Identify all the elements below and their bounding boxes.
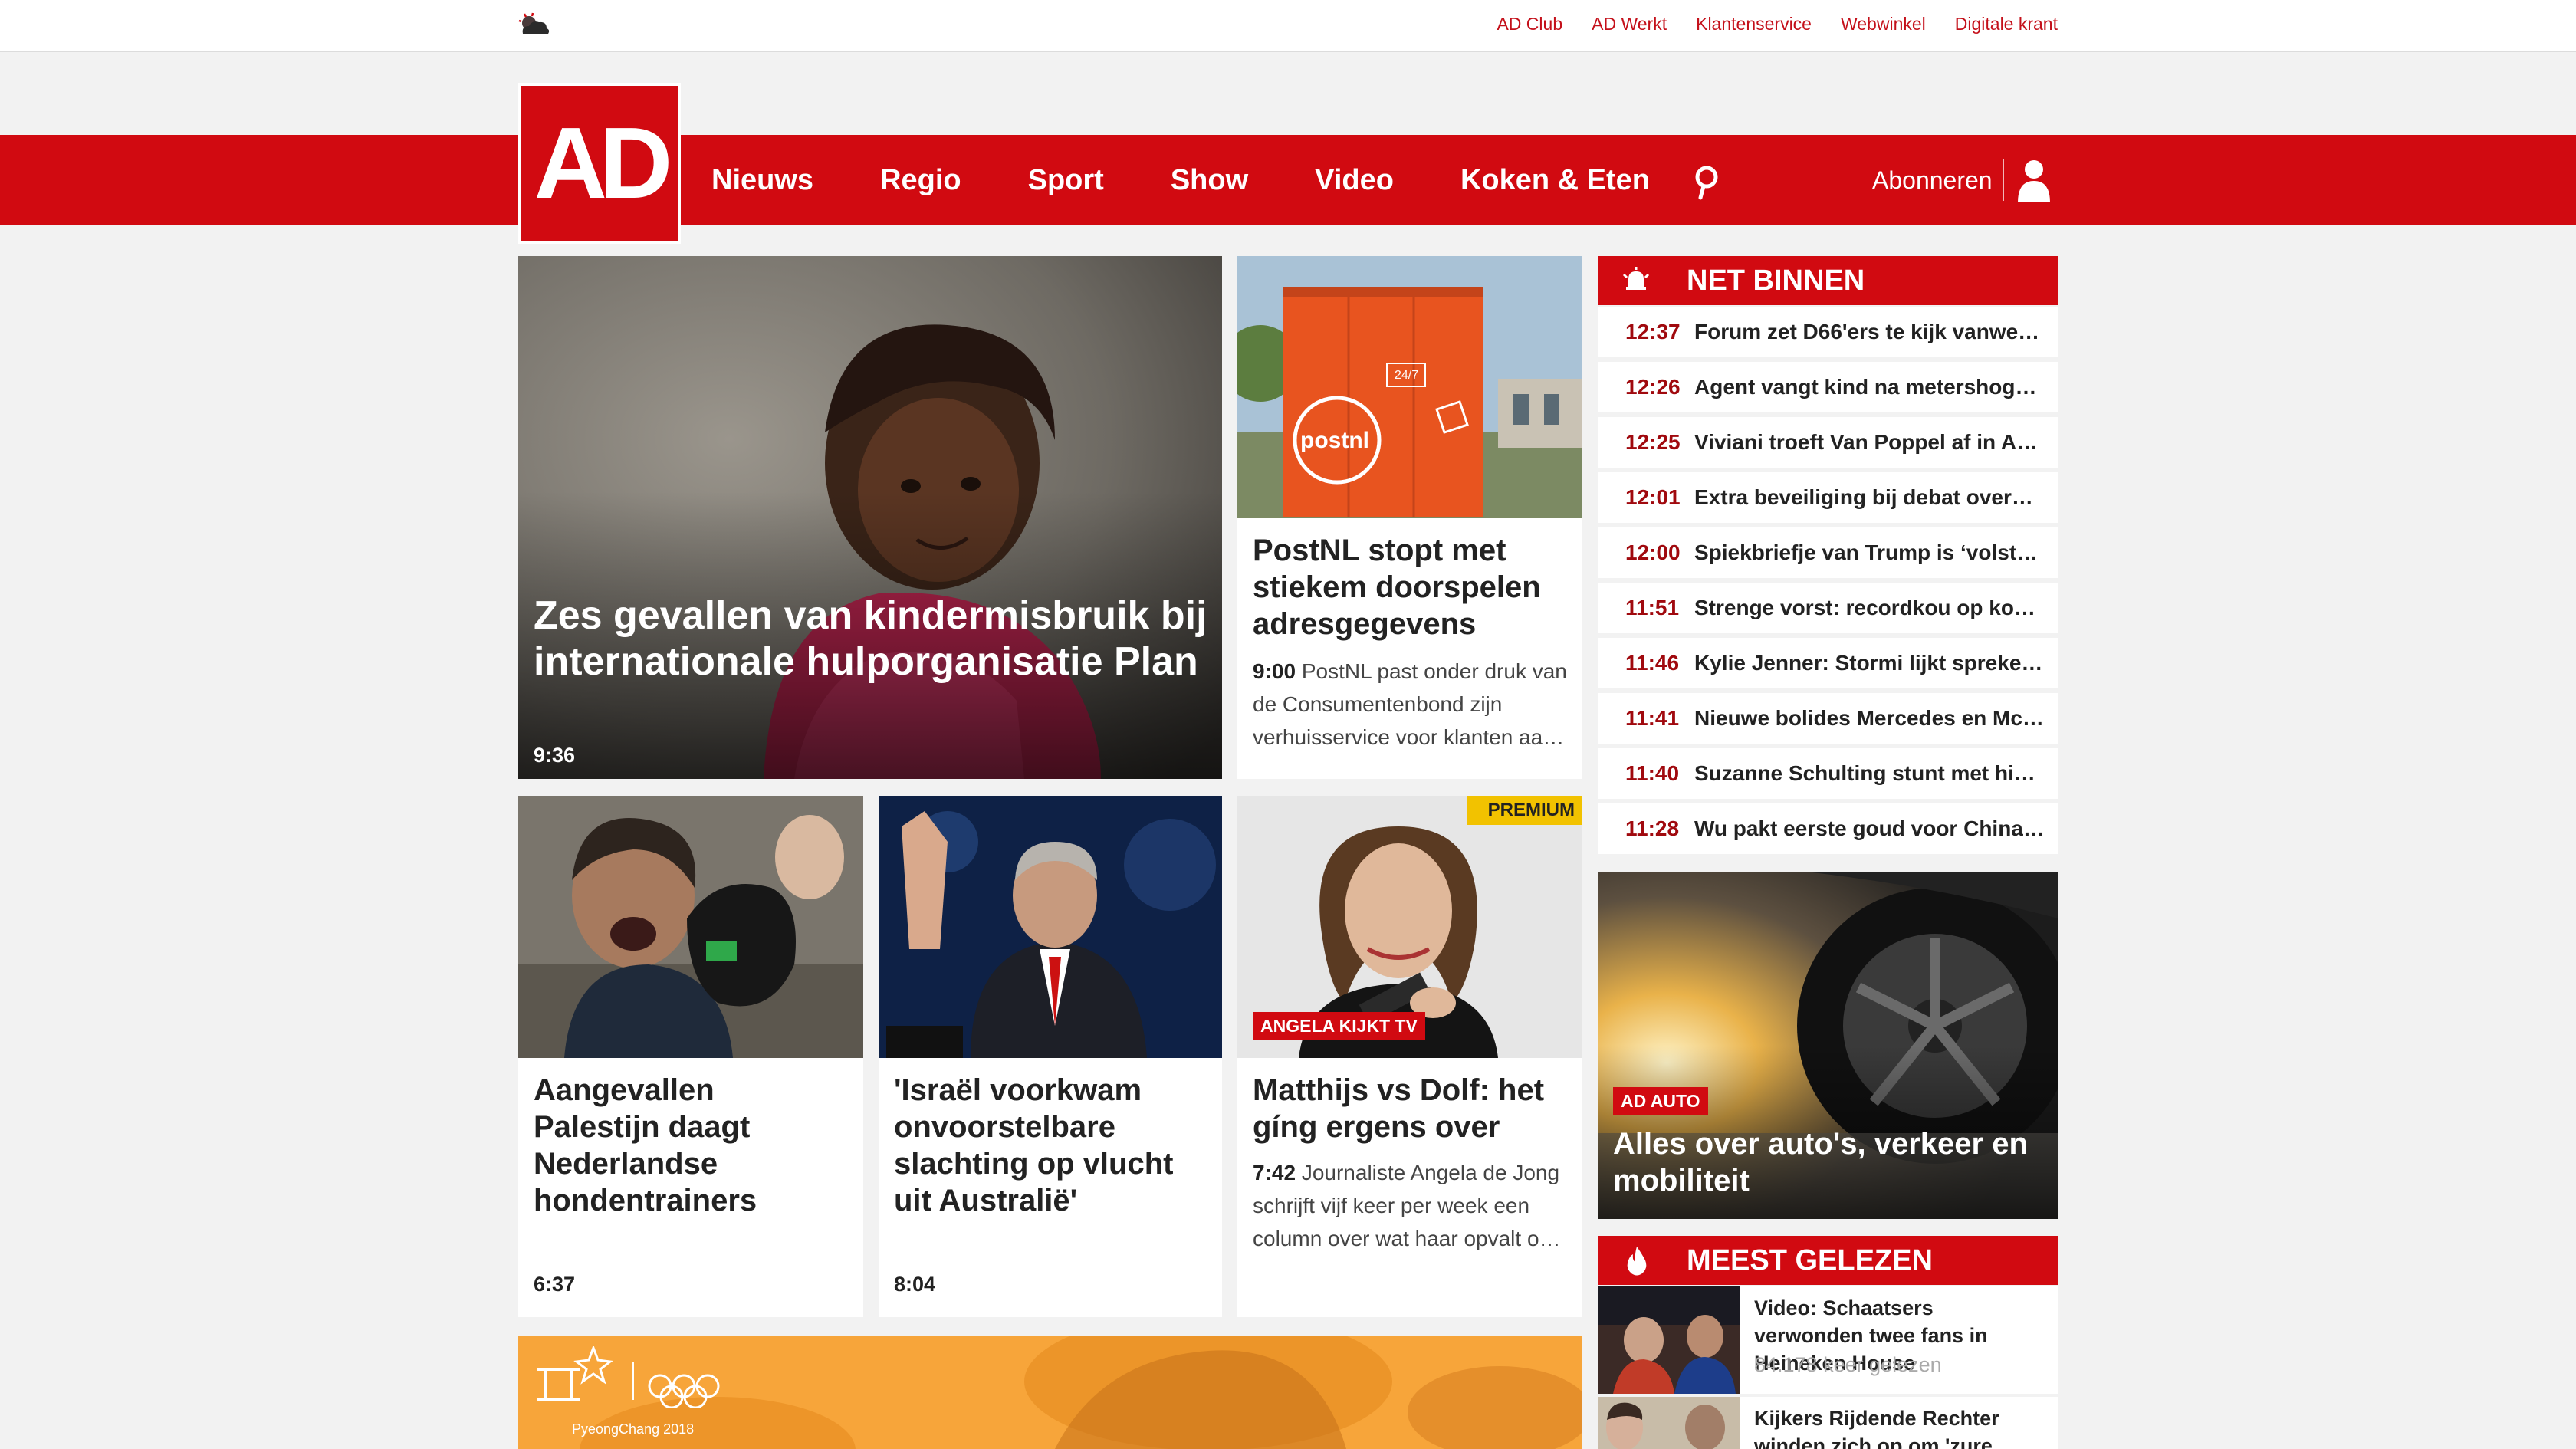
net-binnen-item[interactable]: 12:25 Viviani troeft Van Poppel af in Abu… — [1598, 417, 2058, 468]
net-binnen-item[interactable]: 12:26 Agent vangt kind na metershoge val — [1598, 362, 2058, 412]
meest-gelezen-title: MEEST GELEZEN — [1687, 1244, 1933, 1276]
net-binnen-item[interactable]: 12:37 Forum zet D66'ers te kijk vanwege… — [1598, 307, 2058, 357]
net-binnen-time: 11:40 — [1625, 761, 1680, 785]
logo-text: AD — [534, 107, 673, 219]
utility-nav: AD Club AD Werkt Klantenservice Webwinke… — [1497, 11, 2058, 37]
angela-kijkt-tv-label[interactable]: ANGELA KIJKT TV — [1253, 1012, 1425, 1040]
meest-gelezen-header: MEEST GELEZEN — [1598, 1236, 2058, 1285]
net-binnen-headline: Extra beveiliging bij debat over… — [1694, 485, 2033, 509]
nav-item-sport[interactable]: Sport — [1028, 164, 1104, 197]
net-binnen-time: 11:51 — [1625, 596, 1680, 619]
hero-timestamp: 9:36 — [534, 744, 576, 767]
abonneren-link[interactable]: Abonneren — [1872, 135, 1993, 225]
net-binnen-item[interactable]: 11:28 Wu pakt eerste goud voor China… — [1598, 803, 2058, 854]
angela-teaser-text: Journaliste Angela de Jong schrijft vijf… — [1253, 1161, 1561, 1250]
premium-badge: PREMIUM — [1466, 796, 1582, 825]
net-binnen-headline: Strenge vorst: recordkou op komst — [1694, 596, 2045, 619]
net-binnen-title: NET BINNEN — [1687, 264, 1865, 297]
net-binnen-item[interactable]: 11:40 Suzanne Schulting stunt met hier… — [1598, 748, 2058, 799]
meest-gelezen-thumb — [1598, 1286, 1740, 1394]
nav-item-koken-eten[interactable]: Koken & Eten — [1460, 164, 1650, 197]
net-binnen-item[interactable]: 12:00 Spiekbriefje van Trump is ‘volstrek… — [1598, 527, 2058, 578]
nav-divider — [2003, 159, 2004, 201]
ad-auto-headline[interactable]: Alles over auto's, verkeer en mobiliteit — [1613, 1125, 2042, 1199]
postnl-teaser: 9:00 PostNL past onder druk van de Consu… — [1253, 655, 1569, 754]
nav-item-show[interactable]: Show — [1171, 164, 1248, 197]
net-binnen-headline: Kylie Jenner: Stormi lijkt sprekend… — [1694, 651, 2045, 675]
ad-logo[interactable]: AD — [518, 83, 681, 244]
utility-link-ad-werkt[interactable]: AD Werkt — [1592, 11, 1667, 37]
net-binnen-time: 12:37 — [1625, 320, 1681, 343]
postnl-badge-text: 24/7 — [1395, 369, 1418, 382]
net-binnen-time: 12:01 — [1625, 485, 1681, 509]
meest-gelezen-headline: Kijkers Rijdende Rechter winden zich op … — [1754, 1407, 1999, 1449]
net-binnen-headline: Spiekbriefje van Trump is ‘volstrekt… — [1694, 540, 2045, 564]
postnl-logo-text: postnl — [1300, 428, 1369, 453]
palestijn-timestamp: 6:37 — [534, 1273, 576, 1296]
meest-gelezen-reads: 84.178 keer gelezen — [1754, 1353, 1942, 1376]
user-icon[interactable] — [2016, 158, 2052, 202]
flame-icon — [1627, 1247, 1647, 1276]
postnl-teaser-text: PostNL past onder druk van de Consumente… — [1253, 659, 1567, 749]
ad-auto-label[interactable]: AD AUTO — [1613, 1087, 1708, 1115]
netanyahu-photo — [879, 796, 1222, 1058]
hero-photo — [518, 256, 1222, 779]
israel-headline[interactable]: 'Israël voorkwam onvoorstelbare slachtin… — [894, 1072, 1208, 1219]
postnl-headline[interactable]: PostNL stopt met stiekem doorspelen adre… — [1253, 532, 1567, 642]
postnl-photo: postnl 24/7 — [1237, 256, 1582, 518]
net-binnen-header: NET BINNEN — [1598, 256, 2058, 305]
net-binnen-headline: Forum zet D66'ers te kijk vanwege… — [1694, 320, 2045, 343]
palestijn-article[interactable]: Aangevallen Palestijn daagt Nederlandse … — [518, 796, 863, 1317]
postnl-article[interactable]: postnl 24/7 PostNL stopt met stiekem doo… — [1237, 256, 1582, 779]
weather-icon[interactable] — [518, 11, 550, 38]
net-binnen-item[interactable]: 12:01 Extra beveiliging bij debat over… — [1598, 472, 2058, 523]
israel-timestamp: 8:04 — [894, 1273, 936, 1296]
olympic-banner[interactable]: PyeongChang 2018 — [518, 1336, 1582, 1449]
meest-gelezen-thumb — [1598, 1397, 1740, 1449]
net-binnen-time: 11:46 — [1625, 651, 1680, 675]
israel-article[interactable]: 'Israël voorkwam onvoorstelbare slachtin… — [879, 796, 1222, 1317]
net-binnen-time: 11:28 — [1625, 816, 1680, 840]
net-binnen-time: 12:00 — [1625, 540, 1681, 564]
meest-gelezen-item[interactable]: Video: Schaatsers verwonden twee fans in… — [1598, 1286, 2058, 1394]
hero-article[interactable]: Zes gevallen van kindermisbruik bij inte… — [518, 256, 1222, 779]
search-icon[interactable] — [1691, 164, 1722, 201]
net-binnen-headline: Nieuwe bolides Mercedes en McLaren — [1694, 706, 2045, 730]
net-binnen-headline: Suzanne Schulting stunt met hier… — [1694, 761, 2045, 785]
main-nav: Nieuws Regio Sport Show Video Koken & Et… — [711, 135, 1650, 225]
utility-link-digitale-krant[interactable]: Digitale krant — [1955, 11, 2058, 37]
net-binnen-headline: Agent vangt kind na metershoge val — [1694, 375, 2045, 399]
angela-headline[interactable]: Matthijs vs Dolf: het gíng ergens over — [1253, 1072, 1567, 1145]
angela-teaser: 7:42 Journaliste Angela de Jong schrijft… — [1253, 1156, 1569, 1255]
net-binnen-headline: Viviani troeft Van Poppel af in Abu… — [1694, 430, 2045, 454]
palestijn-headline[interactable]: Aangevallen Palestijn daagt Nederlandse … — [534, 1072, 848, 1219]
nav-item-video[interactable]: Video — [1315, 164, 1394, 197]
pyeongchang-logo-icon — [537, 1346, 720, 1408]
angela-article[interactable]: PREMIUM ANGELA KIJKT TV Matthijs vs Dolf… — [1237, 796, 1582, 1317]
net-binnen-time: 11:41 — [1625, 706, 1680, 730]
olympic-caption: PyeongChang 2018 — [572, 1421, 695, 1437]
net-binnen-headline: Wu pakt eerste goud voor China… — [1694, 816, 2045, 840]
utility-link-klantenservice[interactable]: Klantenservice — [1696, 11, 1812, 37]
alarm-bell-icon — [1622, 267, 1650, 290]
palestijn-photo — [518, 796, 863, 1058]
utility-bar — [0, 0, 2576, 52]
net-binnen-item[interactable]: 11:46 Kylie Jenner: Stormi lijkt sprekend… — [1598, 638, 2058, 688]
net-binnen-item[interactable]: 11:41 Nieuwe bolides Mercedes en McLaren — [1598, 693, 2058, 744]
postnl-timestamp: 9:00 — [1253, 659, 1296, 683]
hero-headline[interactable]: Zes gevallen van kindermisbruik bij inte… — [534, 593, 1208, 685]
meest-gelezen-item[interactable]: Kijkers Rijdende Rechter winden zich op … — [1598, 1397, 2058, 1449]
ad-auto-promo[interactable]: AD AUTO Alles over auto's, verkeer en mo… — [1598, 872, 2058, 1219]
nav-item-nieuws[interactable]: Nieuws — [711, 164, 813, 197]
net-binnen-time: 12:25 — [1625, 430, 1681, 454]
net-binnen-time: 12:26 — [1625, 375, 1681, 399]
net-binnen-item[interactable]: 11:51 Strenge vorst: recordkou op komst — [1598, 583, 2058, 633]
nav-item-regio[interactable]: Regio — [880, 164, 961, 197]
utility-link-ad-club[interactable]: AD Club — [1497, 11, 1562, 37]
utility-link-webwinkel[interactable]: Webwinkel — [1841, 11, 1926, 37]
angela-timestamp: 7:42 — [1253, 1161, 1296, 1184]
